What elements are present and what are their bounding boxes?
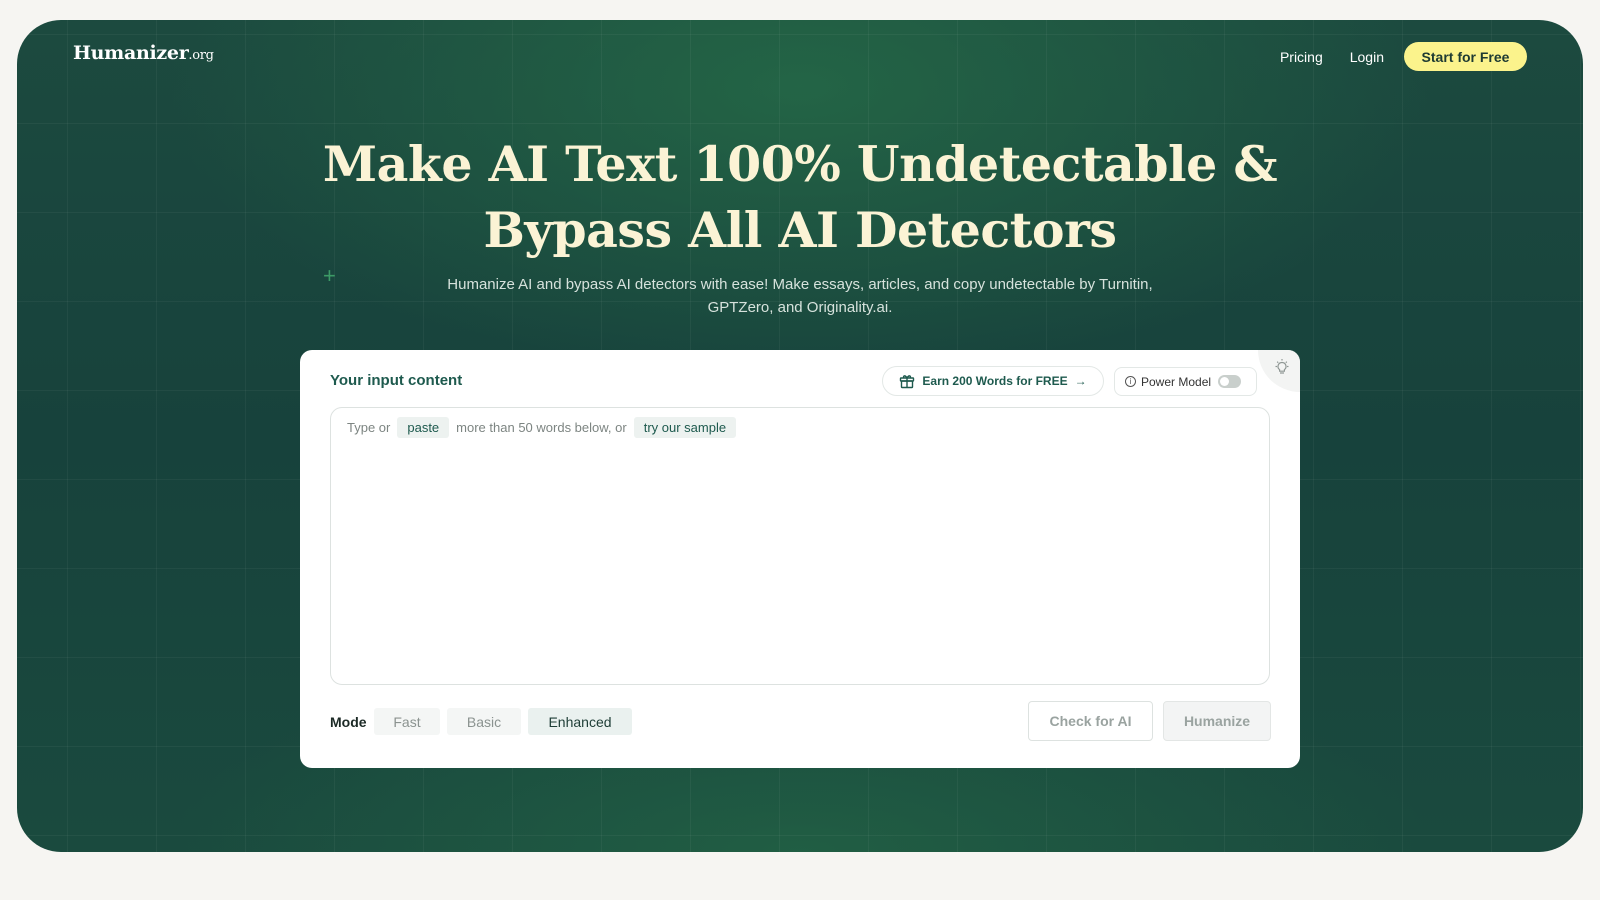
power-model-label: Power Model — [1141, 374, 1212, 389]
mode-selector: Fast Basic Enhanced — [374, 708, 639, 735]
try-sample-button[interactable]: try our sample — [633, 417, 737, 438]
start-for-free-button[interactable]: Start for Free — [1404, 42, 1527, 71]
input-card: Your input content Earn 200 Words for FR… — [300, 350, 1300, 768]
page-title-line-2: Bypass All AI Detectors — [483, 201, 1117, 259]
placeholder-text-2: more than 50 words below, or — [456, 420, 627, 435]
input-placeholder: Type or paste more than 50 words below, … — [347, 417, 1253, 438]
input-content-label: Your input content — [330, 372, 463, 389]
logo-tld: .org — [188, 48, 214, 63]
earn-free-words-label: Earn 200 Words for FREE — [922, 374, 1068, 388]
mode-enhanced-button[interactable]: Enhanced — [528, 708, 632, 735]
text-input-area[interactable]: Type or paste more than 50 words below, … — [330, 407, 1270, 685]
paste-button[interactable]: paste — [397, 417, 450, 438]
plus-decoration-icon: + — [323, 263, 336, 288]
earn-free-words-button[interactable]: Earn 200 Words for FREE → — [882, 366, 1104, 396]
mode-label: Mode — [330, 714, 367, 730]
power-model-control[interactable]: i Power Model — [1114, 367, 1257, 396]
power-model-toggle[interactable] — [1218, 375, 1242, 388]
logo[interactable]: Humanizer.org — [73, 42, 214, 64]
placeholder-text-1: Type or — [347, 420, 391, 435]
logo-main: Humanizer — [73, 42, 189, 64]
gift-icon — [900, 375, 915, 389]
arrow-right-icon: → — [1074, 374, 1087, 388]
humanize-button[interactable]: Humanize — [1163, 701, 1271, 741]
top-nav: Pricing Login Start for Free — [1280, 42, 1527, 71]
nav-login-link[interactable]: Login — [1350, 49, 1384, 65]
page-title-line-1: Make AI Text 100% Undetectable & — [322, 135, 1278, 193]
lightbulb-icon — [1275, 359, 1289, 374]
mode-basic-button[interactable]: Basic — [447, 708, 521, 735]
page-subtitle: Humanize AI and bypass AI detectors with… — [447, 276, 1153, 316]
tips-corner[interactable] — [1258, 350, 1300, 392]
mode-fast-button[interactable]: Fast — [374, 708, 440, 735]
check-for-ai-button[interactable]: Check for AI — [1028, 701, 1153, 741]
info-icon[interactable]: i — [1125, 376, 1136, 387]
page-title: Make AI Text 100% Undetectable & Bypass … — [17, 131, 1583, 263]
nav-pricing-link[interactable]: Pricing — [1280, 49, 1323, 65]
